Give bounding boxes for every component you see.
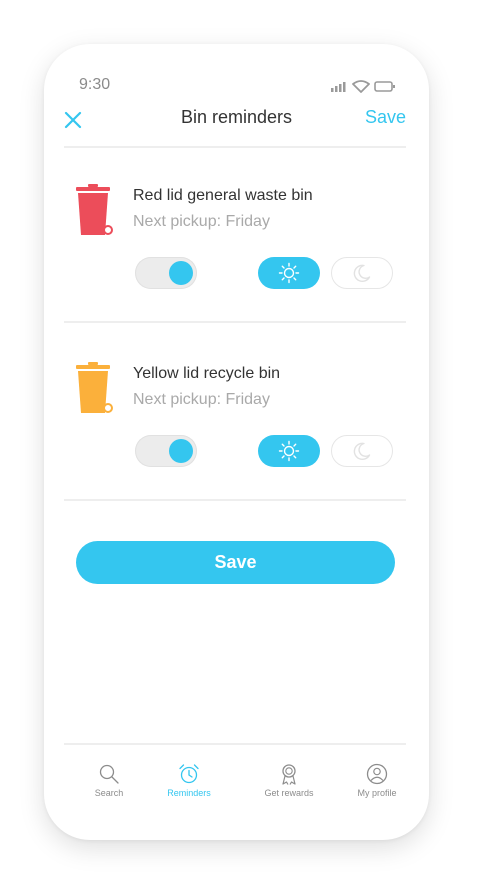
phone-frame: 9:30 Bin reminders Save Red lid general …	[44, 44, 429, 840]
header-divider	[64, 146, 406, 148]
moon-icon	[353, 264, 371, 283]
moon-icon	[353, 442, 371, 461]
nav-label: Get rewards	[264, 788, 314, 798]
sun-icon	[278, 262, 300, 284]
section-divider	[64, 321, 406, 323]
nav-item-rewards[interactable]: Get rewards	[244, 763, 334, 798]
reminder-toggle[interactable]	[135, 435, 197, 467]
bottom-nav: Search Reminders Get rewards My profile	[64, 745, 406, 811]
nighttime-button[interactable]	[331, 257, 393, 289]
status-icons	[331, 80, 395, 93]
nav-item-reminders[interactable]: Reminders	[144, 763, 234, 798]
reminder-toggle[interactable]	[135, 257, 197, 289]
daytime-button[interactable]	[258, 435, 320, 467]
bin-name: Red lid general waste bin	[133, 187, 313, 204]
wifi-icon	[352, 80, 370, 93]
nighttime-button[interactable]	[331, 435, 393, 467]
nav-item-profile[interactable]: My profile	[332, 763, 422, 798]
nav-label: My profile	[357, 788, 397, 798]
sun-icon	[278, 440, 300, 462]
save-button[interactable]: Save	[76, 541, 395, 584]
header-save-button[interactable]: Save	[365, 107, 406, 128]
user-profile-icon	[366, 763, 388, 785]
nav-label: Reminders	[167, 788, 211, 798]
section-divider	[64, 499, 406, 501]
nav-item-search[interactable]: Search	[64, 763, 154, 798]
yellow-bin-icon	[76, 362, 113, 413]
red-bin-icon	[76, 184, 113, 235]
daytime-button[interactable]	[258, 257, 320, 289]
nav-label: Search	[94, 788, 124, 798]
status-time: 9:30	[79, 76, 111, 93]
alarm-clock-icon	[179, 764, 199, 784]
search-icon	[99, 764, 119, 784]
battery-icon	[374, 81, 395, 92]
bin-pickup-date: Next pickup: Friday	[133, 391, 270, 408]
signal-icon	[331, 82, 346, 92]
toggle-knob	[169, 261, 193, 285]
bin-pickup-date: Next pickup: Friday	[133, 213, 270, 230]
bin-name: Yellow lid recycle bin	[133, 365, 281, 382]
toggle-knob	[169, 439, 193, 463]
award-ribbon-icon	[282, 764, 296, 785]
